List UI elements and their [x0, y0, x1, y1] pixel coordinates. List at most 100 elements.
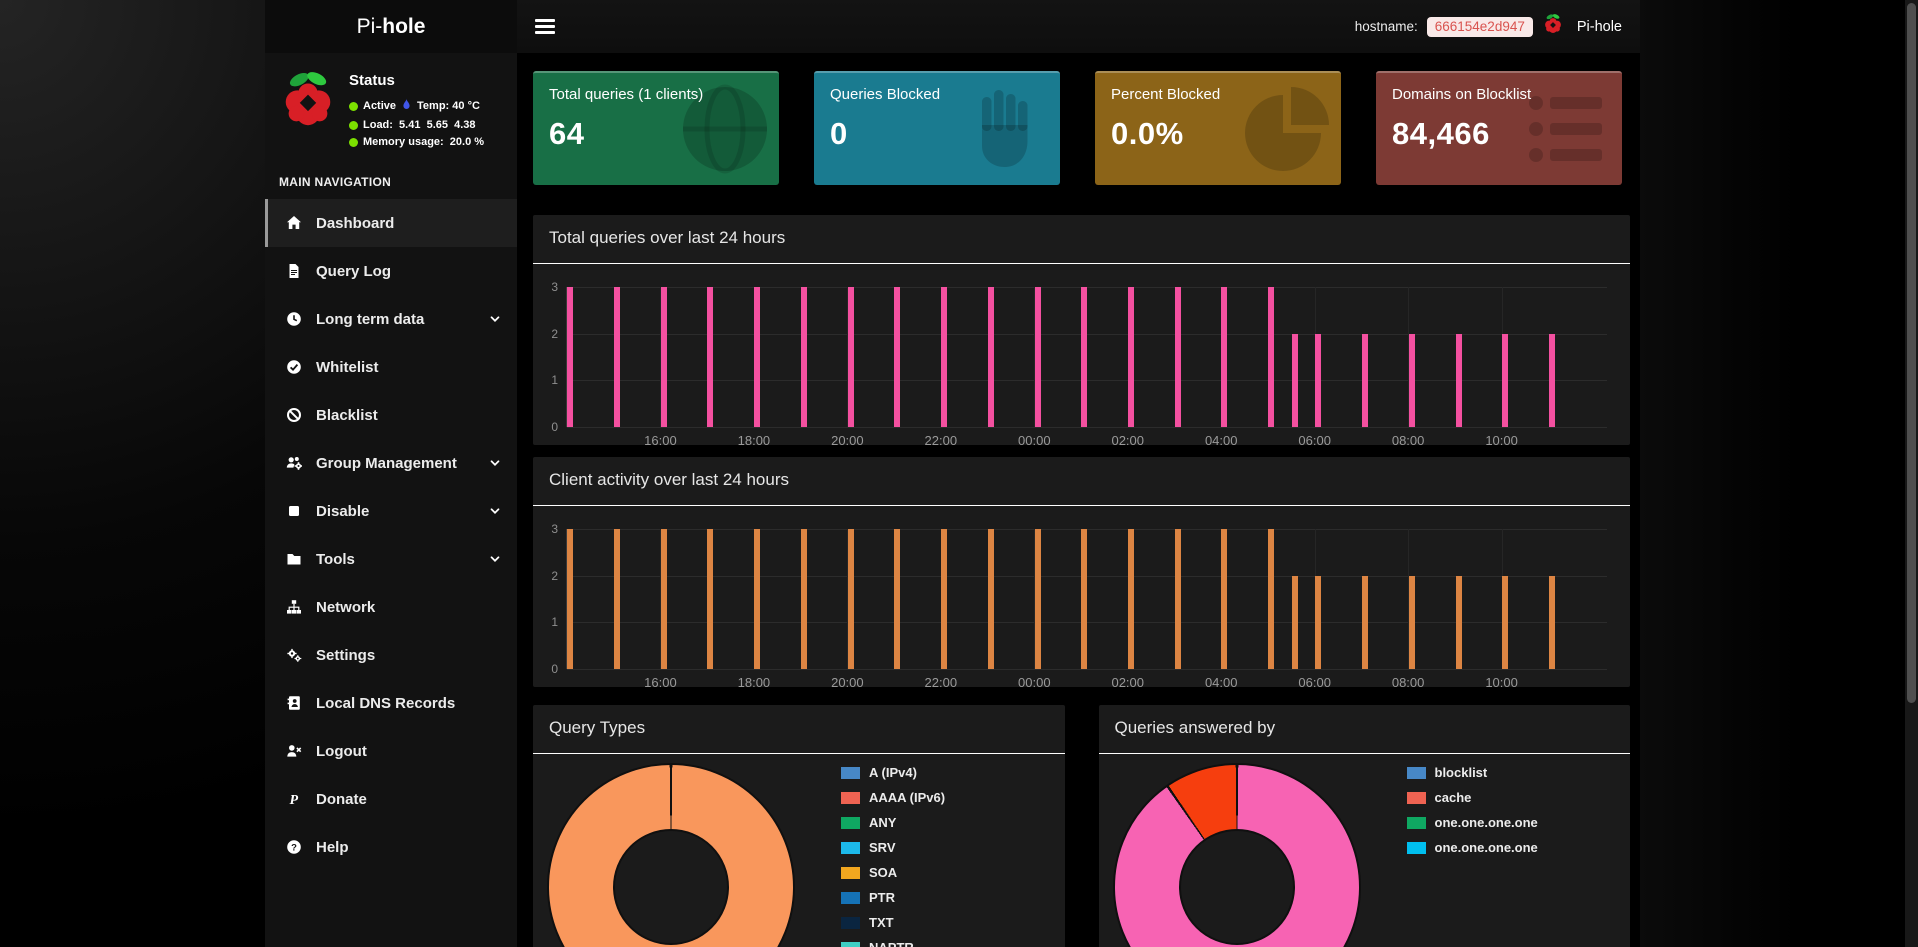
legend-item-one-one-one-one[interactable]: one.one.one.one: [1407, 840, 1538, 855]
legend-item-any[interactable]: ANY: [841, 815, 945, 830]
app-logo[interactable]: Pi-hole: [265, 0, 517, 53]
chart-bar[interactable]: [1409, 334, 1415, 427]
chart-plot-area[interactable]: 012316:0018:0020:0022:0000:0002:0004:000…: [566, 287, 1607, 427]
chart-bar[interactable]: [1128, 287, 1134, 427]
chart-bar[interactable]: [801, 529, 807, 669]
sidebar-item-logout[interactable]: Logout: [265, 727, 517, 775]
sidebar: Status Active Temp: 40 °C Load: 5.41 5.6…: [265, 53, 517, 947]
raspberry-icon: [1542, 13, 1564, 40]
chart-bar[interactable]: [941, 529, 947, 669]
legend-item-soa[interactable]: SOA: [841, 865, 945, 880]
sidebar-item-long-term-data[interactable]: Long term data: [265, 295, 517, 343]
legend-item-naptr[interactable]: NAPTR: [841, 940, 945, 947]
chart-bar[interactable]: [848, 529, 854, 669]
chart-bar[interactable]: [1315, 334, 1321, 427]
chart-bar[interactable]: [567, 529, 573, 669]
chevron-down-icon: [488, 504, 502, 522]
donut-hole: [1179, 829, 1295, 945]
chart-bar[interactable]: [894, 529, 900, 669]
legend-item-one-one-one-one[interactable]: one.one.one.one: [1407, 815, 1538, 830]
window-left-gutter: [0, 0, 265, 947]
sidebar-item-help[interactable]: ?Help: [265, 823, 517, 871]
scrollbar-thumb[interactable]: [1907, 3, 1916, 703]
legend-item-aaaa-ipv6[interactable]: AAAA (IPv6): [841, 790, 945, 805]
legend-item-blocklist[interactable]: blocklist: [1407, 765, 1538, 780]
client-activity-chart-panel: Client activity over last 24 hours012316…: [533, 457, 1630, 687]
chart-bar[interactable]: [988, 529, 994, 669]
stat-card-percent-blocked[interactable]: Percent Blocked0.0%: [1095, 71, 1341, 185]
scrollbar[interactable]: [1905, 0, 1918, 947]
chart-bar[interactable]: [754, 287, 760, 427]
sidebar-item-donate[interactable]: PDonate: [265, 775, 517, 823]
legend-item-cache[interactable]: cache: [1407, 790, 1538, 805]
stat-card-total-queries-1-clients[interactable]: Total queries (1 clients)64: [533, 71, 779, 185]
chart-bar[interactable]: [1456, 334, 1462, 427]
legend-item-ptr[interactable]: PTR: [841, 890, 945, 905]
chart-bar[interactable]: [1362, 576, 1368, 669]
chart-bar[interactable]: [614, 529, 620, 669]
chart-bar[interactable]: [1502, 334, 1508, 427]
chart-bar[interactable]: [1221, 529, 1227, 669]
sidebar-item-disable[interactable]: Disable: [265, 487, 517, 535]
sidebar-item-tools[interactable]: Tools: [265, 535, 517, 583]
chart-bar[interactable]: [1221, 287, 1227, 427]
sidebar-item-dashboard[interactable]: Dashboard: [265, 199, 517, 247]
chart-bar[interactable]: [801, 287, 807, 427]
chart-bar[interactable]: [707, 287, 713, 427]
stat-card-queries-blocked[interactable]: Queries Blocked0: [814, 71, 1060, 185]
chart-bar[interactable]: [567, 287, 573, 427]
chart-bar[interactable]: [1362, 334, 1368, 427]
chart-bar[interactable]: [614, 287, 620, 427]
chart-bar[interactable]: [661, 529, 667, 669]
chart-bar[interactable]: [1268, 287, 1274, 427]
sidebar-nav-header: MAIN NAVIGATION: [265, 161, 517, 199]
legend-swatch: [1407, 792, 1426, 804]
chart-bar[interactable]: [1549, 334, 1555, 427]
chart-bar[interactable]: [754, 529, 760, 669]
chart-bar[interactable]: [1409, 576, 1415, 669]
sidebar-item-whitelist[interactable]: Whitelist: [265, 343, 517, 391]
sidebar-item-local-dns-records[interactable]: Local DNS Records: [265, 679, 517, 727]
chart-bar[interactable]: [1081, 529, 1087, 669]
stat-card-domains-on-blocklist[interactable]: Domains on Blocklist84,466: [1376, 71, 1622, 185]
chart-bar[interactable]: [1175, 529, 1181, 669]
chart-bar[interactable]: [1549, 576, 1555, 669]
sidebar-item-label: Network: [316, 599, 375, 616]
donut-hole: [613, 829, 729, 945]
chart-bar[interactable]: [1081, 287, 1087, 427]
sidebar-item-query-log[interactable]: Query Log: [265, 247, 517, 295]
hamburger-icon[interactable]: [535, 19, 555, 34]
chart-bar[interactable]: [894, 287, 900, 427]
x-axis-tick: 06:00: [1298, 675, 1331, 690]
chart-bar[interactable]: [1035, 529, 1041, 669]
sidebar-item-label: Donate: [316, 791, 367, 808]
sidebar-item-network[interactable]: Network: [265, 583, 517, 631]
chart-bar[interactable]: [1315, 576, 1321, 669]
chart-bar[interactable]: [707, 529, 713, 669]
chart-plot-area[interactable]: 012316:0018:0020:0022:0000:0002:0004:000…: [566, 529, 1607, 669]
chart-bar[interactable]: [988, 287, 994, 427]
hostname-badge: 666154e2d947: [1427, 17, 1533, 37]
x-axis-tick: 04:00: [1205, 433, 1238, 448]
sidebar-item-group-management[interactable]: Group Management: [265, 439, 517, 487]
folder-icon: [285, 551, 302, 567]
chart-bar[interactable]: [1035, 287, 1041, 427]
stat-card-label: Percent Blocked: [1111, 86, 1325, 103]
chart-bar[interactable]: [1128, 529, 1134, 669]
chart-bar[interactable]: [1502, 576, 1508, 669]
chart-bar[interactable]: [1292, 576, 1298, 669]
chart-bar[interactable]: [1292, 334, 1298, 427]
sidebar-item-label: Tools: [316, 551, 355, 568]
chart-bar[interactable]: [661, 287, 667, 427]
chart-bar[interactable]: [1175, 287, 1181, 427]
legend-item-a-ipv4[interactable]: A (IPv4): [841, 765, 945, 780]
chart-bar[interactable]: [1268, 529, 1274, 669]
legend-swatch: [841, 917, 860, 929]
sidebar-item-settings[interactable]: Settings: [265, 631, 517, 679]
legend-item-txt[interactable]: TXT: [841, 915, 945, 930]
chart-bar[interactable]: [1456, 576, 1462, 669]
sidebar-item-blacklist[interactable]: Blacklist: [265, 391, 517, 439]
chart-bar[interactable]: [941, 287, 947, 427]
chart-bar[interactable]: [848, 287, 854, 427]
legend-item-srv[interactable]: SRV: [841, 840, 945, 855]
